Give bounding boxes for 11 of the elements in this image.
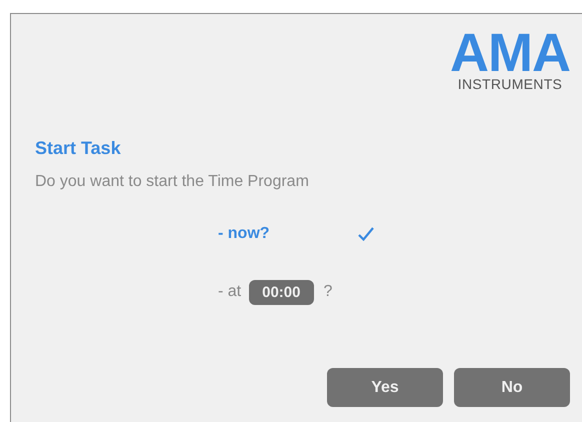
option-label[interactable]: - at bbox=[218, 283, 242, 301]
dialog-title: Start Task bbox=[35, 138, 121, 159]
question-mark: ? bbox=[324, 283, 332, 301]
check-icon bbox=[358, 227, 374, 241]
logo-name: AMA bbox=[450, 30, 570, 76]
dialog-message: Do you want to start the Time Program bbox=[35, 173, 309, 191]
yes-button[interactable]: Yes bbox=[327, 368, 443, 407]
time-field[interactable]: 00:00 bbox=[249, 280, 314, 304]
no-button[interactable]: No bbox=[454, 368, 570, 407]
logo-subtitle: INSTRUMENTS bbox=[458, 76, 562, 92]
option-label[interactable]: - now? bbox=[218, 225, 270, 243]
